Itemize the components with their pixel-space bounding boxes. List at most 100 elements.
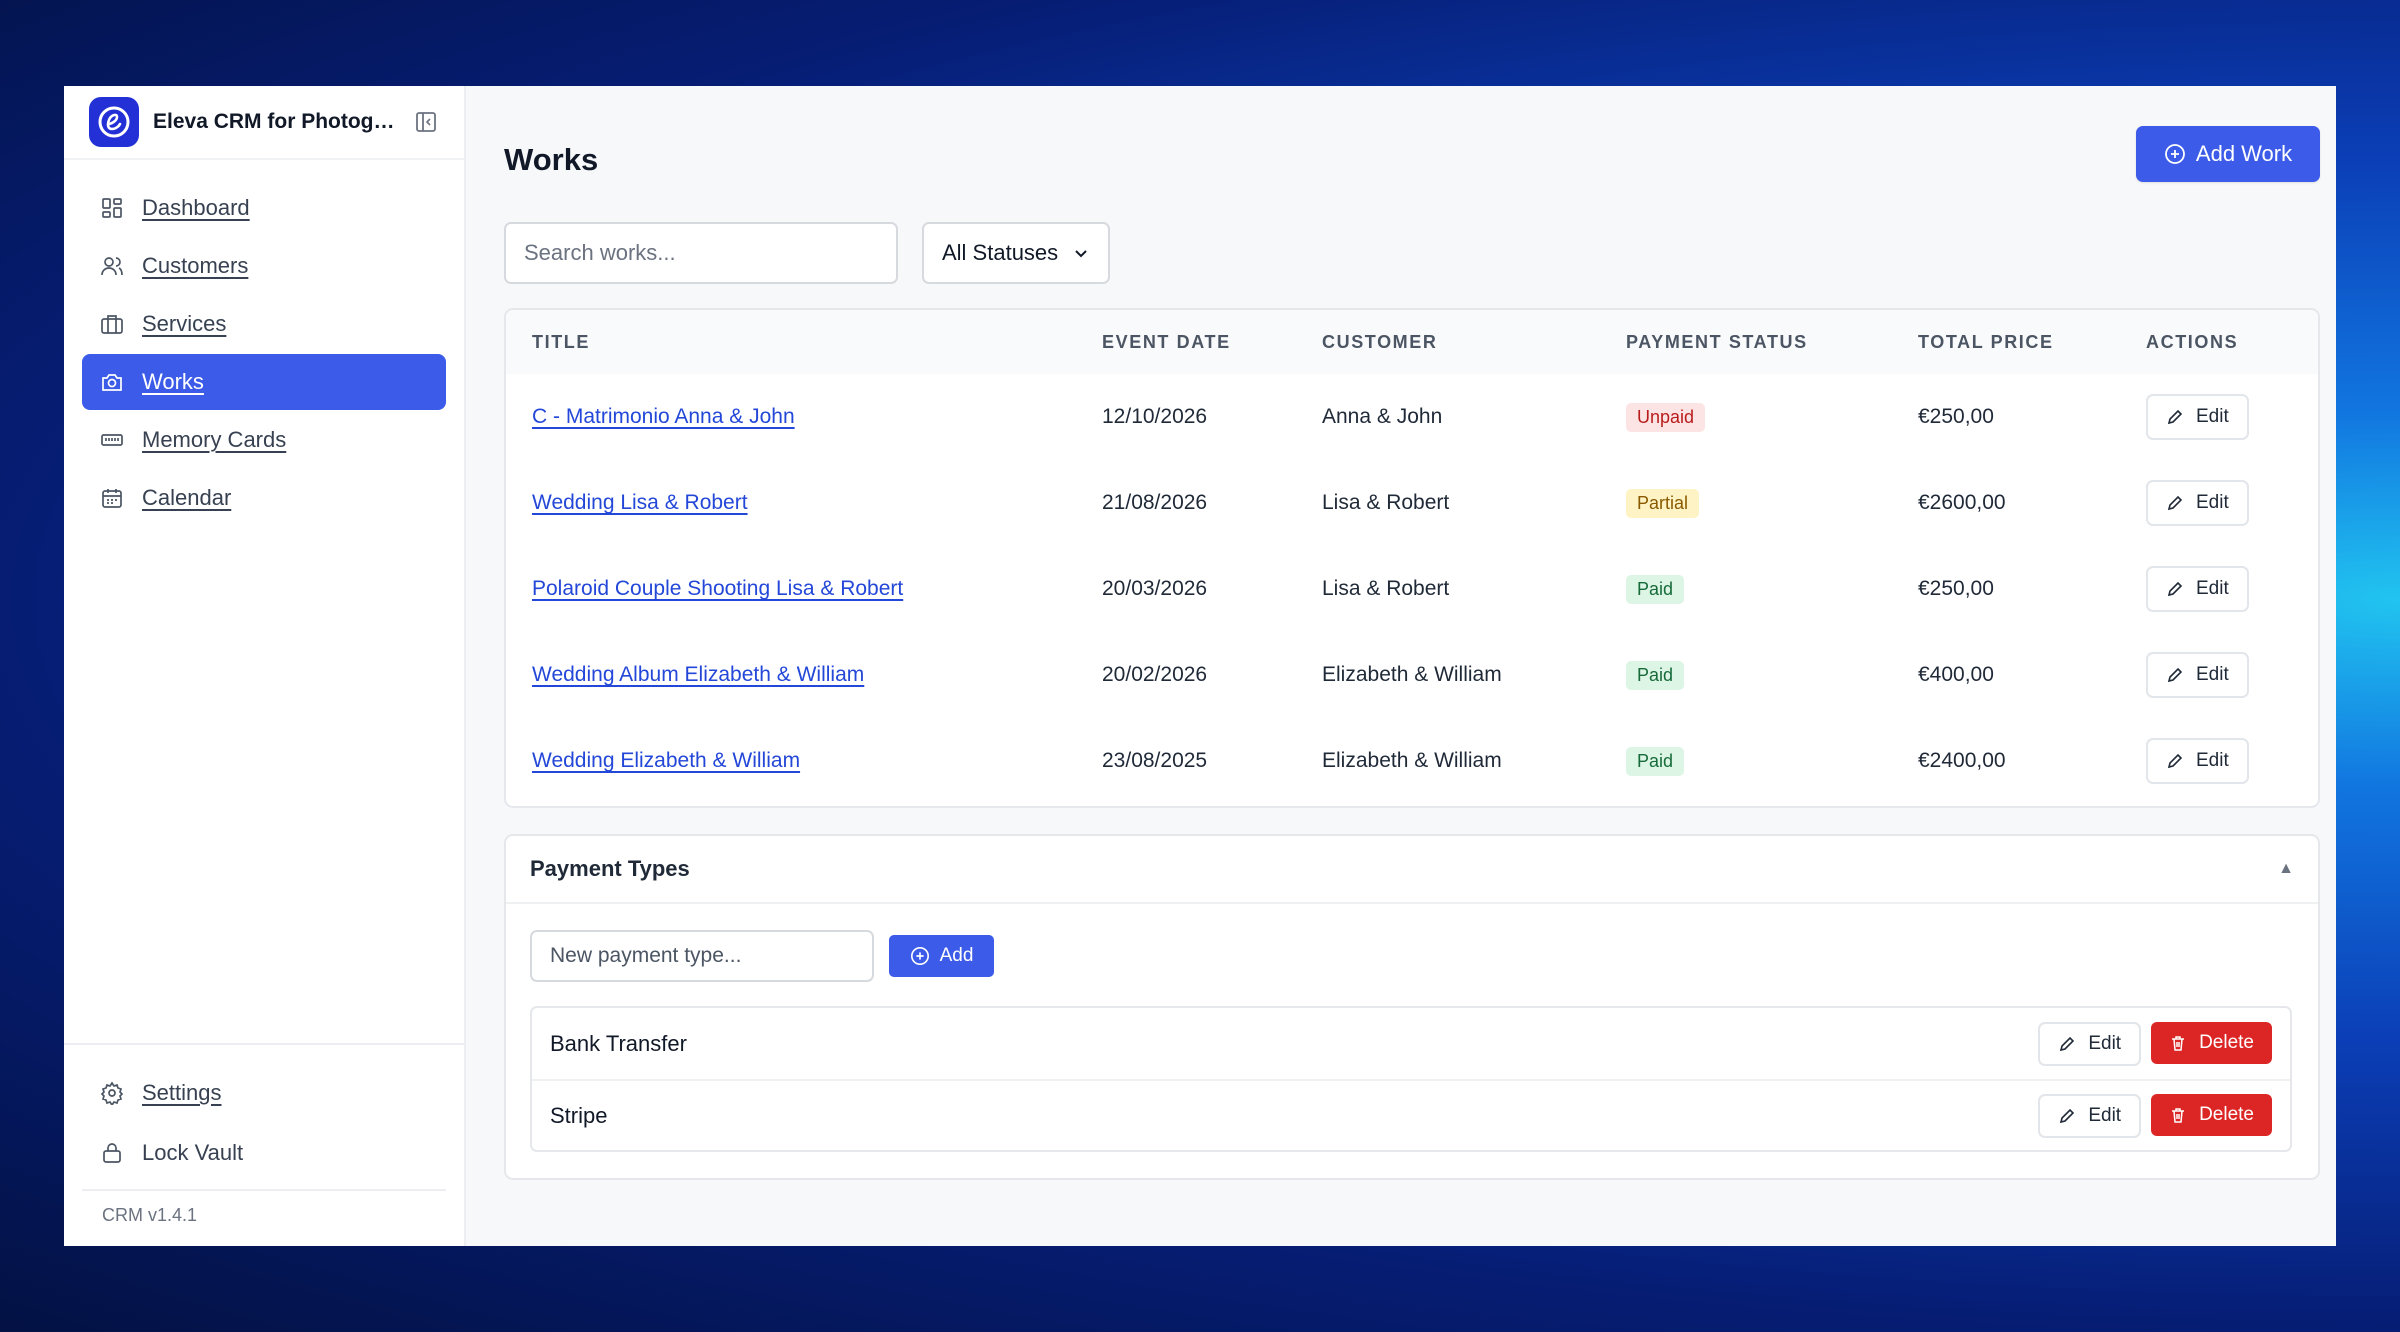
settings-link[interactable]: Settings xyxy=(82,1063,446,1123)
pencil-icon xyxy=(2167,667,2183,683)
table-header-row: TITLE EVENT DATE CUSTOMER PAYMENT STATUS… xyxy=(506,310,2318,374)
works-table: TITLE EVENT DATE CUSTOMER PAYMENT STATUS… xyxy=(504,308,2320,808)
table-row: Wedding Album Elizabeth & William 20/02/… xyxy=(506,632,2318,718)
sidebar-item-calendar[interactable]: Calendar xyxy=(82,470,446,526)
status-badge: Partial xyxy=(1626,488,1700,518)
sidebar-item-services[interactable]: Services xyxy=(82,296,446,352)
pencil-icon xyxy=(2060,1108,2075,1123)
event-date: 20/02/2026 xyxy=(1102,663,1208,686)
plus-circle-icon xyxy=(910,947,929,965)
add-work-button[interactable]: Add Work xyxy=(2136,126,2320,182)
customer-name: Elizabeth & William xyxy=(1322,749,1502,772)
sidebar-footer: Settings Lock Vault CRM v1.4.1 xyxy=(64,1043,464,1246)
sidebar-item-label: Calendar xyxy=(142,485,232,510)
work-title-link[interactable]: Wedding Lisa & Robert xyxy=(532,491,748,514)
status-filter-select[interactable]: All Statuses xyxy=(922,222,1110,284)
column-header-customer[interactable]: CUSTOMER xyxy=(1296,310,1600,374)
edit-label: Edit xyxy=(2196,750,2229,771)
delete-label: Delete xyxy=(2199,1103,2254,1125)
edit-label: Edit xyxy=(2088,1032,2122,1054)
edit-label: Edit xyxy=(2196,406,2229,427)
camera-icon xyxy=(102,374,122,391)
briefcase-icon xyxy=(101,315,123,334)
pencil-icon xyxy=(2167,495,2183,511)
payment-types-header[interactable]: Payment Types ▲ xyxy=(506,836,2318,904)
total-price: €2600,00 xyxy=(1918,491,2006,514)
add-work-label: Add Work xyxy=(2195,141,2293,166)
column-header-title[interactable]: TITLE xyxy=(506,310,1076,374)
edit-button[interactable]: Edit xyxy=(2146,652,2249,698)
total-price: €250,00 xyxy=(1918,405,1994,428)
payment-type-name: Stripe xyxy=(550,1102,608,1128)
sidebar-item-label: Memory Cards xyxy=(142,427,287,452)
table-row: Polaroid Couple Shooting Lisa & Robert 2… xyxy=(506,546,2318,632)
edit-button[interactable]: Edit xyxy=(2146,738,2249,784)
edit-label: Edit xyxy=(2196,578,2229,599)
pencil-icon xyxy=(2167,753,2183,769)
add-label: Add xyxy=(939,945,974,966)
sidebar-item-memory-cards[interactable]: Memory Cards xyxy=(82,412,446,468)
work-title-link[interactable]: Polaroid Couple Shooting Lisa & Robert xyxy=(532,577,903,600)
pencil-icon xyxy=(2167,409,2183,425)
main-content: Works Add Work All Statuses TITLE EVENT … xyxy=(466,86,2336,1246)
edit-button[interactable]: Edit xyxy=(2146,566,2249,612)
event-date: 12/10/2026 xyxy=(1102,405,1208,428)
edit-label: Edit xyxy=(2196,492,2229,513)
chevron-down-icon xyxy=(1075,250,1087,258)
dashboard-icon xyxy=(102,198,122,218)
customer-name: Elizabeth & William xyxy=(1322,663,1502,686)
edit-button[interactable]: Edit xyxy=(2038,1021,2142,1066)
gear-icon xyxy=(100,1081,124,1105)
lock-vault-button[interactable]: Lock Vault xyxy=(82,1123,446,1183)
new-payment-type-input[interactable] xyxy=(530,930,874,982)
status-badge: Paid xyxy=(1626,574,1685,604)
sidebar-item-dashboard[interactable]: Dashboard xyxy=(82,180,446,236)
lock-icon xyxy=(103,1143,121,1163)
work-title-link[interactable]: Wedding Album Elizabeth & William xyxy=(532,663,864,686)
page-title: Works xyxy=(504,142,599,177)
work-title-link[interactable]: C - Matrimonio Anna & John xyxy=(532,405,795,428)
sidebar-nav: Dashboard Customers Services Works Memor… xyxy=(64,180,464,526)
calendar-icon xyxy=(102,489,122,508)
delete-button[interactable]: Delete xyxy=(2151,1021,2272,1064)
plus-circle-icon xyxy=(2165,144,2185,164)
sidebar-item-label: Customers xyxy=(142,253,249,278)
column-header-total-price[interactable]: TOTAL PRICE xyxy=(1892,310,2120,374)
status-badge: Paid xyxy=(1626,746,1685,776)
app-version: CRM v1.4.1 xyxy=(82,1189,446,1246)
collapse-toggle-icon[interactable]: ▲ xyxy=(2278,860,2294,878)
customer-name: Lisa & Robert xyxy=(1322,577,1450,600)
event-date: 21/08/2026 xyxy=(1102,491,1208,514)
payment-types-list: Bank Transfer Edit Delete Stripe Edit De… xyxy=(530,1006,2292,1152)
total-price: €400,00 xyxy=(1918,663,1994,686)
add-payment-type-button[interactable]: Add xyxy=(889,935,994,977)
edit-button[interactable]: Edit xyxy=(2146,394,2249,440)
edit-label: Edit xyxy=(2196,664,2229,685)
total-price: €250,00 xyxy=(1918,577,1994,600)
sidebar-item-customers[interactable]: Customers xyxy=(82,238,446,294)
sidebar-item-works[interactable]: Works xyxy=(82,354,446,410)
delete-button[interactable]: Delete xyxy=(2151,1093,2272,1136)
list-item: Bank Transfer Edit Delete xyxy=(532,1008,2290,1079)
sidebar-collapse-icon[interactable] xyxy=(415,111,437,133)
pencil-icon xyxy=(2167,581,2183,597)
customer-name: Anna & John xyxy=(1322,405,1443,428)
app-name: Eleva CRM for Photographers xyxy=(153,110,397,133)
search-input[interactable] xyxy=(504,222,898,284)
list-item: Stripe Edit Delete xyxy=(532,1079,2290,1150)
edit-label: Edit xyxy=(2088,1104,2122,1126)
sidebar: Eleva CRM for Photographers Dashboard Cu… xyxy=(64,86,466,1246)
column-header-payment-status[interactable]: PAYMENT STATUS xyxy=(1600,310,1892,374)
users-icon xyxy=(101,257,123,276)
event-date: 20/03/2026 xyxy=(1102,577,1208,600)
memory-card-icon xyxy=(101,434,123,446)
column-header-event-date[interactable]: EVENT DATE xyxy=(1076,310,1296,374)
table-row: Wedding Lisa & Robert 21/08/2026 Lisa & … xyxy=(506,460,2318,546)
edit-button[interactable]: Edit xyxy=(2038,1093,2142,1138)
total-price: €2400,00 xyxy=(1918,749,2006,772)
payment-types-panel: Payment Types ▲ Add Bank Transfer Edit D… xyxy=(504,834,2320,1180)
work-title-link[interactable]: Wedding Elizabeth & William xyxy=(532,749,800,772)
column-header-actions: ACTIONS xyxy=(2146,331,2239,352)
status-badge: Paid xyxy=(1626,660,1685,690)
edit-button[interactable]: Edit xyxy=(2146,480,2249,526)
